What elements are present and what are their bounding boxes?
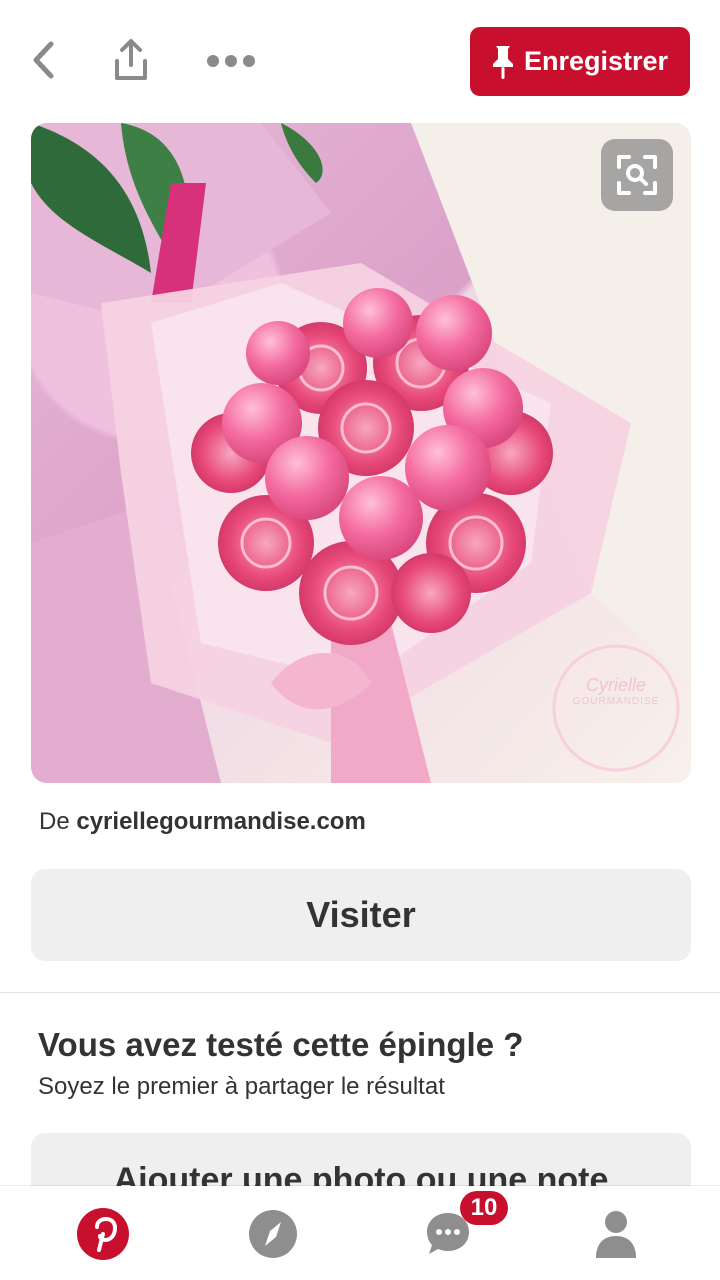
save-label: Enregistrer [523, 46, 669, 76]
divider [0, 992, 720, 993]
nav-explore[interactable] [245, 1206, 301, 1262]
tried-subtitle: Soyez le premier à partager le résultat [38, 1073, 445, 1100]
visit-button[interactable]: Visiter [31, 869, 691, 961]
messages-badge: 10 [460, 1191, 508, 1225]
home-pinterest-icon [77, 1208, 129, 1260]
visual-search-button[interactable] [601, 139, 673, 211]
visual-search-icon [617, 155, 657, 195]
nav-profile[interactable] [588, 1206, 644, 1262]
watermark: Cyrielle GOURMANDISE [572, 675, 660, 707]
more-options-button[interactable] [204, 46, 258, 76]
pin-icon [492, 45, 513, 79]
back-icon [33, 41, 54, 79]
share-button[interactable] [110, 38, 152, 84]
top-bar: Enregistrer [0, 0, 720, 120]
save-button[interactable]: Enregistrer [470, 27, 690, 96]
source-line: De cyriellegourmandise.com [39, 808, 366, 836]
tried-title: Vous avez testé cette épingle ? [38, 1026, 524, 1063]
bottom-nav [0, 1186, 720, 1280]
explore-icon [249, 1210, 297, 1258]
source-domain-link[interactable]: cyriellegourmandise.com [76, 808, 365, 835]
more-icon [207, 55, 255, 67]
nav-home[interactable] [75, 1206, 131, 1262]
pin-image[interactable]: Cyrielle GOURMANDISE [31, 123, 691, 783]
profile-icon [596, 1211, 636, 1258]
back-button[interactable] [24, 38, 64, 82]
visit-label: Visiter [306, 894, 416, 935]
share-icon [115, 39, 147, 80]
source-prefix: De [39, 808, 70, 835]
